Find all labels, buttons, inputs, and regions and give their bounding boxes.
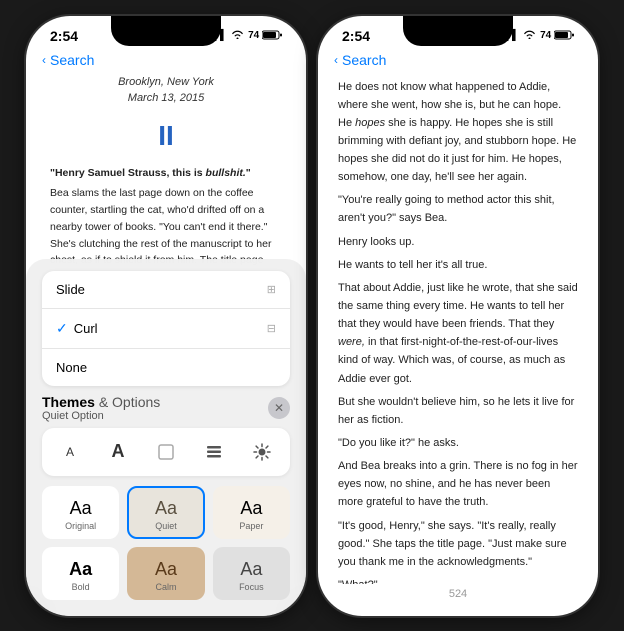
theme-paper-label: Aa [240,498,262,519]
para-8: And Bea breaks into a grin. There is no … [338,457,578,511]
theme-quiet-name: Quiet [155,521,177,531]
notch [111,16,221,46]
chapter-number: II [50,115,282,157]
formatting-toolbar: A A [42,428,290,476]
status-icons-right: ▌▌ 2:5474 [505,29,574,42]
notch-right [403,16,513,46]
theme-focus-name: Focus [239,582,264,592]
status-icons-left: ▌▌ 74 [213,29,282,42]
none-option[interactable]: None [42,349,290,386]
back-label-right[interactable]: Search [342,52,386,68]
battery-icon-right: 2:5474 [540,30,574,41]
close-button[interactable]: ✕ [268,397,290,419]
font-style-button[interactable] [150,436,182,468]
book-content-right: He does not know what happened to Addie,… [318,74,598,584]
curl-check: ✓ [56,320,68,337]
para-9: "It's good, Henry," she says. "It's real… [338,517,578,571]
slide-icon: ⊞ [267,283,276,296]
nav-bar-right[interactable]: ‹ Search [318,48,598,74]
options-label: & Options [99,394,160,410]
theme-original[interactable]: Aa Original [42,486,119,539]
back-chevron-right: ‹ [334,53,338,67]
theme-focus[interactable]: Aa Focus [213,547,290,600]
para-4: He wants to tell her it's all true. [338,256,578,274]
font-large-button[interactable]: A [102,436,134,468]
theme-grid: Aa Original Aa Quiet Aa Paper Aa Bold Aa [42,486,290,600]
theme-original-label: Aa [70,498,92,519]
theme-original-name: Original [65,521,96,531]
theme-calm[interactable]: Aa Calm [127,547,204,600]
theme-paper[interactable]: Aa Paper [213,486,290,539]
themes-label: Themes & Options [42,394,160,410]
back-label-left[interactable]: Search [50,52,94,68]
transition-options: Slide ⊞ ✓ Curl ⊟ None [42,271,290,386]
para-5: That about Addie, just like he wrote, th… [338,279,578,388]
para-10: "What?" [338,576,578,583]
theme-bold[interactable]: Aa Bold [42,547,119,600]
theme-bold-name: Bold [72,582,90,592]
time-left: 2:54 [50,28,78,44]
theme-quiet-label: Aa [155,498,177,519]
battery-icon: 74 [248,30,282,41]
theme-quiet[interactable]: Aa Quiet [127,486,204,539]
para-2: "You're really going to method actor thi… [338,191,578,227]
para-1: He does not know what happened to Addie,… [338,78,578,187]
back-chevron-left: ‹ [42,53,46,67]
theme-paper-name: Paper [239,521,263,531]
curl-label: Curl [74,321,98,336]
none-label: None [56,360,87,375]
overlay-panel: Slide ⊞ ✓ Curl ⊟ None [26,259,306,616]
font-small-button[interactable]: A [54,436,86,468]
theme-calm-label: Aa [155,559,177,580]
wifi-icon-right [523,29,536,42]
book-header: Brooklyn, New York March 13, 2015 [50,74,282,107]
left-phone: 2:54 ▌▌ 74 ‹ Search Brooklyn, New York M… [26,16,306,616]
theme-focus-label: Aa [240,559,262,580]
themes-header: Themes & Options Quiet Option ✕ [42,394,290,422]
slide-label: Slide [56,282,85,297]
para-3: Henry looks up. [338,233,578,251]
para-6: But she wouldn't believe him, so he lets… [338,393,578,429]
layout-button[interactable] [198,436,230,468]
themes-title-area: Themes & Options Quiet Option [42,394,160,422]
curl-option[interactable]: ✓ Curl ⊟ [42,309,290,349]
slide-option[interactable]: Slide ⊞ [42,271,290,309]
curl-icon: ⊟ [267,322,276,335]
wifi-icon [231,29,244,42]
para-7: "Do you like it?" he asks. [338,434,578,452]
theme-calm-name: Calm [155,582,176,592]
nav-bar-left[interactable]: ‹ Search [26,48,306,74]
theme-bold-label: Aa [69,559,92,580]
brightness-button[interactable] [246,436,278,468]
right-phone: 2:54 ▌▌ 2:5474 ‹ Search He does not know… [318,16,598,616]
page-number: 524 [449,588,467,600]
quiet-option-label: Quiet Option [42,410,160,422]
time-right: 2:54 [342,28,370,44]
